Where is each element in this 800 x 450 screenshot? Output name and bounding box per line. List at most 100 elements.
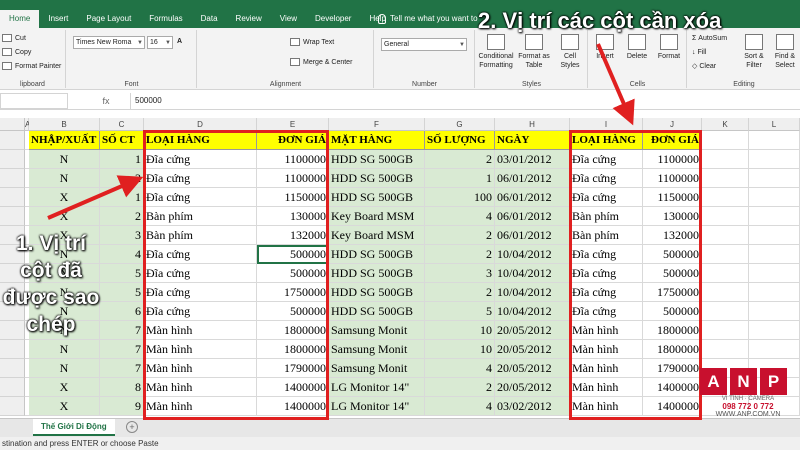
tell-me-box[interactable]: Tell me what you want to <box>378 10 478 28</box>
column-header-g[interactable]: G <box>425 118 495 131</box>
empty-cell[interactable] <box>702 321 749 340</box>
empty-cell[interactable] <box>702 283 749 302</box>
cell-g[interactable]: 2 <box>425 226 495 245</box>
empty-cell[interactable] <box>749 321 800 340</box>
cell-c[interactable]: 2 <box>100 207 144 226</box>
formula-input[interactable]: 500000 <box>130 93 800 109</box>
empty-cell[interactable] <box>702 302 749 321</box>
empty-cell[interactable] <box>702 131 749 150</box>
cell-g[interactable]: 1 <box>425 169 495 188</box>
cell-c[interactable]: 1 <box>100 150 144 169</box>
column-header-f[interactable]: F <box>329 118 425 131</box>
cell-h[interactable]: 20/05/2012 <box>495 378 570 397</box>
cell-b[interactable]: X <box>29 397 100 416</box>
cell-g[interactable]: 3 <box>425 264 495 283</box>
cell-c[interactable]: 5 <box>100 264 144 283</box>
cell-h[interactable]: 06/01/2012 <box>495 226 570 245</box>
tab-review[interactable]: Review <box>227 10 271 28</box>
column-header-l[interactable]: L <box>749 118 800 131</box>
cell-g[interactable]: 10 <box>425 321 495 340</box>
sheet-tab[interactable]: Thế Giới Di Động <box>33 419 115 436</box>
cell-g[interactable]: 2 <box>425 283 495 302</box>
empty-cell[interactable] <box>702 226 749 245</box>
row-header[interactable] <box>0 150 25 169</box>
cell-h[interactable]: 03/02/2012 <box>495 397 570 416</box>
cell-g[interactable]: 4 <box>425 359 495 378</box>
cell-b[interactable]: N <box>29 359 100 378</box>
tab-insert[interactable]: Insert <box>39 10 77 28</box>
cell-h[interactable]: 10/04/2012 <box>495 245 570 264</box>
header-cell-h[interactable]: NGÀY <box>495 131 570 150</box>
cell-f[interactable]: LG Monitor 14" <box>329 397 425 416</box>
font-size-select[interactable]: 16 ▼ <box>147 36 173 49</box>
header-cell-g[interactable]: SỐ LƯỢNG <box>425 131 495 150</box>
cell-g[interactable]: 5 <box>425 302 495 321</box>
cell-c[interactable]: 9 <box>100 397 144 416</box>
row-header[interactable] <box>0 340 25 359</box>
add-sheet-icon[interactable]: + <box>126 421 138 433</box>
cell-f[interactable]: HDD SG 500GB <box>329 169 425 188</box>
delete-cells-button[interactable]: Delete <box>621 34 653 61</box>
cell-h[interactable]: 06/01/2012 <box>495 188 570 207</box>
format-as-table-button[interactable]: Format as Table <box>518 34 550 70</box>
tab-home[interactable]: Home <box>0 10 40 28</box>
cell-h[interactable]: 20/05/2012 <box>495 321 570 340</box>
empty-cell[interactable] <box>702 169 749 188</box>
cell-g[interactable]: 4 <box>425 397 495 416</box>
grow-font-icon[interactable]: A <box>177 37 182 47</box>
cell-g[interactable]: 4 <box>425 207 495 226</box>
cell-h[interactable]: 06/01/2012 <box>495 169 570 188</box>
cell-f[interactable]: HDD SG 500GB <box>329 245 425 264</box>
empty-cell[interactable] <box>702 207 749 226</box>
column-header-c[interactable]: C <box>100 118 144 131</box>
empty-cell[interactable] <box>749 264 800 283</box>
format-cells-button[interactable]: Format <box>653 34 685 61</box>
cell-f[interactable]: Samsung Monit <box>329 359 425 378</box>
number-format-select[interactable]: General ▼ <box>381 38 467 51</box>
fx-icon[interactable]: fx <box>86 93 126 109</box>
cell-b[interactable]: N <box>29 150 100 169</box>
cell-c[interactable]: 7 <box>100 321 144 340</box>
empty-cell[interactable] <box>749 188 800 207</box>
empty-cell[interactable] <box>749 169 800 188</box>
empty-cell[interactable] <box>702 188 749 207</box>
empty-cell[interactable] <box>749 283 800 302</box>
insert-cells-button[interactable]: Insert <box>589 34 621 61</box>
cell-c[interactable]: 3 <box>100 226 144 245</box>
cell-f[interactable]: LG Monitor 14" <box>329 378 425 397</box>
header-cell-b[interactable]: NHẬP/XUẤT <box>29 131 100 150</box>
cell-h[interactable]: 03/01/2012 <box>495 150 570 169</box>
cell-g[interactable]: 2 <box>425 378 495 397</box>
cell-f[interactable]: HDD SG 500GB <box>329 283 425 302</box>
empty-cell[interactable] <box>749 245 800 264</box>
font-name-select[interactable]: Times New Roma ▼ <box>73 36 145 49</box>
column-header-h[interactable]: H <box>495 118 570 131</box>
cell-f[interactable]: Samsung Monit <box>329 340 425 359</box>
cell-b[interactable]: N <box>29 169 100 188</box>
clear-button[interactable]: ◇ Clear <box>692 62 716 72</box>
empty-cell[interactable] <box>749 340 800 359</box>
cell-f[interactable]: Key Board MSM <box>329 226 425 245</box>
cell-c[interactable]: 5 <box>100 283 144 302</box>
header-cell-c[interactable]: SỐ CT <box>100 131 144 150</box>
row-header[interactable] <box>0 378 25 397</box>
cell-f[interactable]: HDD SG 500GB <box>329 302 425 321</box>
empty-cell[interactable] <box>749 131 800 150</box>
cell-b[interactable]: X <box>29 378 100 397</box>
cell-h[interactable]: 10/04/2012 <box>495 264 570 283</box>
empty-cell[interactable] <box>702 150 749 169</box>
empty-cell[interactable] <box>749 150 800 169</box>
cell-c[interactable]: 2 <box>100 169 144 188</box>
tab-page-layout[interactable]: Page Layout <box>77 10 140 28</box>
cell-f[interactable]: HDD SG 500GB <box>329 150 425 169</box>
cell-g[interactable]: 2 <box>425 245 495 264</box>
cell-b[interactable]: X <box>29 207 100 226</box>
cell-g[interactable]: 2 <box>425 150 495 169</box>
find-select-button[interactable]: Find & Select <box>770 34 800 70</box>
cell-h[interactable]: 20/05/2012 <box>495 340 570 359</box>
cell-g[interactable]: 100 <box>425 188 495 207</box>
wrap-text-button[interactable]: Wrap Text <box>290 38 334 48</box>
cell-h[interactable]: 06/01/2012 <box>495 207 570 226</box>
row-header[interactable] <box>0 397 25 416</box>
cell-f[interactable]: HDD SG 500GB <box>329 264 425 283</box>
